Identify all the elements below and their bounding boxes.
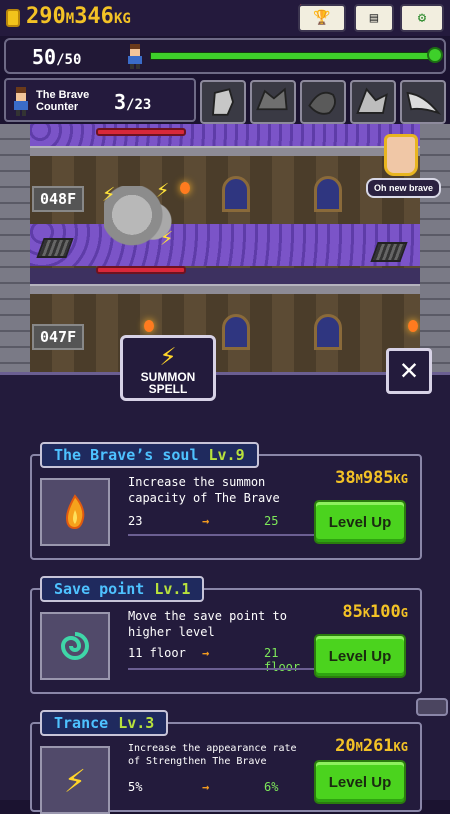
settings-button[interactable]: ⚙ (400, 4, 444, 32)
document-icon: ▤ (369, 10, 379, 26)
divider (128, 668, 314, 670)
enemy-slot-knight[interactable] (200, 80, 246, 124)
divider (128, 534, 314, 536)
dragon-icon (308, 91, 336, 115)
ledge (30, 146, 420, 156)
collapse-handle[interactable] (416, 698, 448, 716)
coin-icon (6, 9, 20, 27)
swirl-icon (40, 612, 110, 680)
enemy-hp-bar (96, 266, 186, 274)
arrow-right-icon: → (202, 514, 210, 528)
lightning-icon: ⚡ (160, 226, 174, 251)
hp-track (150, 52, 436, 60)
lightning-icon: ⚡ (156, 178, 170, 203)
window (314, 176, 342, 212)
upgrade-card-trance: Trance Lv.3 ⚡ Increase the appearance rat… (30, 710, 422, 814)
wolf-icon (356, 87, 388, 114)
lightning-icon: ⚡ (40, 746, 110, 814)
card-cost: 20M261KG (335, 736, 408, 756)
notes-button[interactable]: ▤ (354, 4, 394, 32)
gold-display: 290M346KG (26, 4, 131, 29)
counter-value: 3/23 (114, 90, 152, 114)
beast-icon (256, 87, 288, 111)
roof (30, 124, 420, 146)
card-description: Increase the appearance rate of Strength… (128, 743, 297, 767)
hp-knob (427, 47, 443, 63)
torch-icon (144, 320, 154, 332)
enemy-hp-bar (96, 128, 186, 136)
card-cost: 38M985KG (335, 468, 408, 488)
counter-label: The Brave Counter (36, 89, 90, 113)
window (222, 176, 250, 212)
top-bar: 290M346KG 🏆 ▤ ⚙ (0, 0, 450, 36)
ledge (30, 284, 420, 294)
knight-icon (212, 88, 234, 116)
upgrade-card-save-point: Save point Lv.1 Move the save point to hi… (30, 576, 422, 694)
torch-icon (180, 182, 190, 194)
enemy-slot-bird[interactable] (400, 80, 446, 124)
trophy-button[interactable]: 🏆 (298, 4, 346, 32)
level-up-button[interactable]: Level Up (314, 760, 406, 804)
card-description: Move the save point to higher level (128, 609, 287, 639)
level-up-button[interactable]: Level Up (314, 634, 406, 678)
enemy-slot-beast[interactable] (250, 80, 296, 124)
level-up-button[interactable]: Level Up (314, 500, 406, 544)
brave-avatar-icon (14, 87, 28, 116)
gear-icon: ⚙ (417, 10, 427, 26)
arrow-right-icon: → (202, 646, 210, 660)
window (314, 314, 342, 350)
speech-bubble: Oh new brave (366, 178, 442, 198)
arrow-right-icon: → (202, 780, 210, 794)
enemy-slot-dragon[interactable] (300, 80, 346, 124)
lightning-icon: ⚡ (159, 339, 177, 372)
enemy-slot-wolf[interactable] (350, 80, 396, 124)
lightning-icon: ⚡ (102, 182, 116, 207)
stone-wall-right (420, 124, 450, 376)
card-description: Increase the summon capacity of The Brav… (128, 475, 280, 505)
torch-icon (408, 320, 418, 332)
floor-sign-upper: 048F (32, 186, 85, 212)
window (222, 314, 250, 350)
close-button[interactable]: ✕ (386, 348, 432, 394)
dungeon-view: ⚡ ⚡ ⚡ 048F 047F Oh new brave (0, 124, 450, 376)
hp-text: 50/50 (32, 45, 82, 69)
summon-spell-label: SUMMON SPELL (140, 370, 196, 396)
summon-spell-tab[interactable]: ⚡ SUMMON SPELL (120, 335, 216, 401)
floor-tiles (30, 224, 420, 266)
brave-avatar-icon (128, 44, 142, 69)
trophy-icon: 🏆 (313, 10, 331, 26)
card-title: The Brave’s soul Lv.9 (40, 442, 259, 468)
upgrade-card-braves-soul: The Brave’s soul Lv.9 Increase the summon… (30, 442, 422, 560)
bird-icon (406, 91, 442, 115)
card-title: Save point Lv.1 (40, 576, 205, 602)
hp-bar: 50/50 (4, 38, 446, 74)
queen-avatar[interactable] (384, 134, 418, 176)
floor-sign-lower: 047F (32, 324, 85, 350)
card-cost: 85K100G (342, 602, 408, 622)
stone-wall-left (0, 124, 30, 376)
card-title: Trance Lv.3 (40, 710, 169, 736)
brave-counter: The Brave Counter 3/23 (4, 78, 196, 122)
hp-fill (151, 53, 435, 59)
flame-icon (40, 478, 110, 546)
